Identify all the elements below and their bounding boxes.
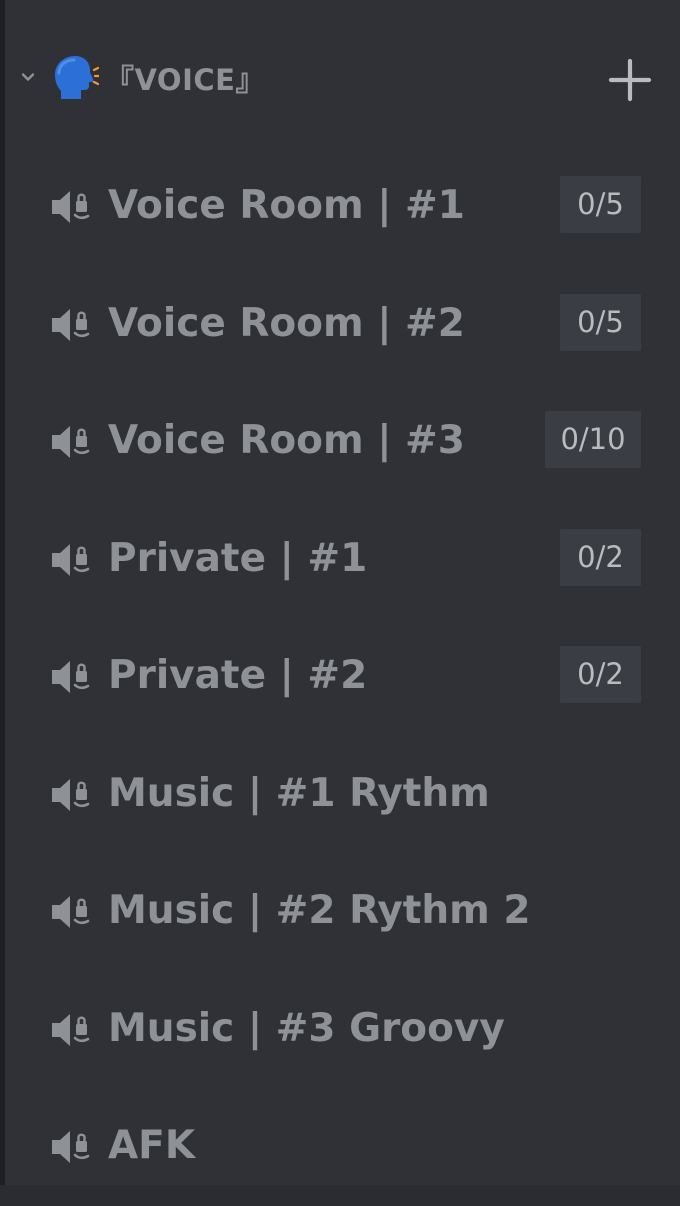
- user-limit-badge: 0/2: [560, 646, 641, 703]
- speaking-head-icon: [49, 53, 101, 103]
- plus-icon: [608, 58, 652, 102]
- voice-channel-item[interactable]: Music | #3 Groovy: [5, 971, 680, 1089]
- voice-channel-item[interactable]: Private | #2 0/2: [5, 618, 680, 736]
- speaker-lock-icon: [50, 891, 96, 933]
- voice-channel-item[interactable]: Voice Room | #2 0/5: [5, 266, 680, 384]
- user-limit-badge: 0/5: [560, 293, 641, 351]
- voice-channel-item[interactable]: Voice Room | #3 0/10: [5, 383, 680, 501]
- user-limit-badge: 0/2: [560, 528, 641, 586]
- channel-name: Music | #1 Rythm: [108, 770, 490, 816]
- speaker-lock-icon: [50, 1126, 96, 1168]
- speaker-lock-icon: [50, 774, 96, 816]
- voice-channel-item[interactable]: AFK: [5, 1088, 680, 1206]
- channel-name: Music | #2 Rythm 2: [108, 888, 531, 933]
- category-label: 『VOICE』: [105, 63, 265, 97]
- voice-channel-item[interactable]: Music | #2 Rythm 2: [5, 853, 680, 971]
- channel-name: AFK: [108, 1123, 196, 1168]
- channel-name: Voice Room | #2: [108, 300, 465, 346]
- create-channel-button[interactable]: [605, 55, 655, 105]
- speaker-lock-icon: [50, 539, 96, 581]
- speaker-lock-icon: [50, 421, 96, 463]
- voice-channel-list: Voice Room | #1 0/5 Voice Room | #2 0/5: [5, 148, 680, 1206]
- user-limit-badge: 0/10: [545, 411, 641, 468]
- channel-name: Private | #1: [108, 535, 368, 581]
- user-limit-badge: 0/5: [560, 176, 641, 233]
- chevron-down-icon[interactable]: [18, 67, 38, 87]
- voice-channel-item[interactable]: Voice Room | #1 0/5: [5, 148, 680, 266]
- channel-sidebar: 『VOICE』 Voice Room | #1 0/5 Voice Room |…: [5, 0, 680, 1185]
- channel-name: Music | #3 Groovy: [108, 1005, 505, 1051]
- channel-name: Voice Room | #3: [108, 418, 465, 463]
- speaker-lock-icon: [50, 304, 96, 346]
- voice-channel-item[interactable]: Private | #1 0/2: [5, 501, 680, 619]
- speaker-lock-icon: [50, 656, 96, 698]
- channel-name: Private | #2: [108, 653, 368, 698]
- voice-category-header[interactable]: 『VOICE』: [5, 45, 680, 115]
- voice-channel-item[interactable]: Music | #1 Rythm: [5, 736, 680, 854]
- speaker-lock-icon: [50, 1009, 96, 1051]
- channel-name: Voice Room | #1: [108, 183, 465, 228]
- speaker-lock-icon: [50, 186, 96, 228]
